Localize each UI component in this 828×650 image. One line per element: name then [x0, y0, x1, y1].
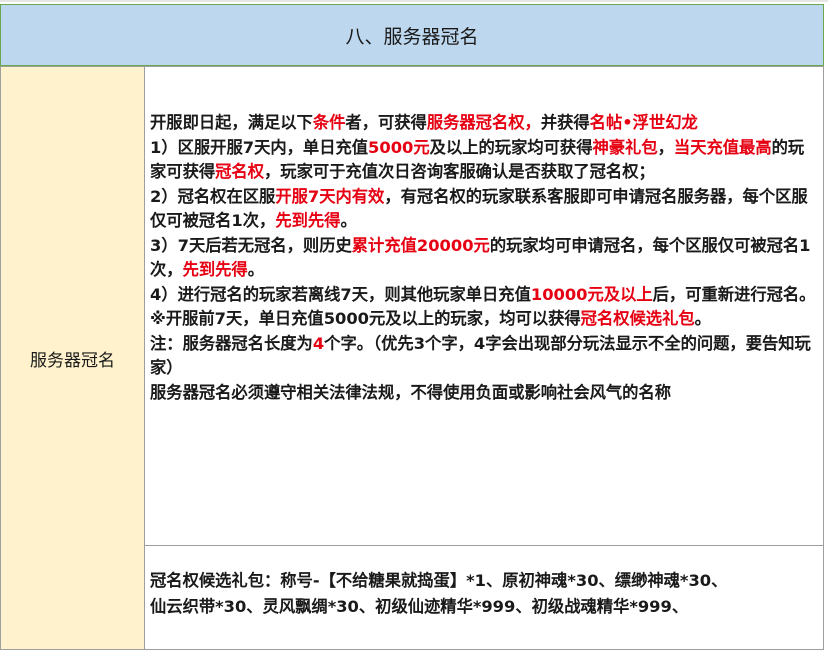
highlight-text: 先到先得	[182, 260, 248, 279]
rule-text: 并获得	[540, 113, 590, 132]
highlight-text: 5000元	[368, 137, 430, 157]
highlight-text: 冠名权	[215, 162, 264, 181]
rule-paragraph: 开服即日起，满足以下条件者，可获得服务器冠名权，并获得名帖•浮世幻龙	[150, 111, 820, 136]
section-title-cell[interactable]: 八、服务器冠名	[0, 4, 824, 66]
rule-text: 。	[694, 309, 711, 328]
rule-text: 1）区服开服7天内，单日充值	[150, 137, 369, 157]
rule-text: 4）进行冠名的玩家若离线7天，则其他玩家单日充值	[150, 284, 531, 304]
rule-text: 开服即日起，满足以下	[150, 113, 313, 132]
category-label-cell[interactable]: 服务器冠名	[0, 66, 145, 650]
highlight-text: 4	[312, 333, 325, 353]
rule-paragraph: 1）区服开服7天内，单日充值5000元及以上的玩家均可获得神豪礼包，当天充值最高…	[150, 136, 820, 185]
rule-paragraph: 服务器冠名必须遵守相关法律法规，不得使用负面或影响社会风气的名称	[150, 381, 820, 406]
rule-text: ，	[657, 137, 674, 157]
rule-text: 服务器冠名必须遵守相关法律法规，不得使用负面或影响社会风气的名称	[150, 382, 672, 402]
highlight-text: 服务器冠名权，	[426, 113, 541, 132]
section-title: 八、服务器冠名	[345, 25, 479, 48]
candidate-pack-line-1: 冠名权候选礼包：称号-【不给糖果就捣蛋】*1、原初神魂*30、缥缈神魂*30、	[150, 571, 728, 590]
rule-paragraph: 3）7天后若无冠名，则历史累计充值20000元的玩家均可申请冠名，每个区服仅可被…	[150, 234, 820, 283]
highlight-text: 先到先得	[275, 211, 341, 230]
highlight-text: 冠名权候选礼包	[580, 309, 695, 328]
rule-text: 及以上的玩家均可获得	[429, 137, 593, 157]
candidate-pack-text: 冠名权候选礼包：称号-【不给糖果就捣蛋】*1、原初神魂*30、缥缈神魂*30、 …	[150, 568, 820, 620]
highlight-text: 条件	[312, 113, 346, 132]
rules-text: 开服即日起，满足以下条件者，可获得服务器冠名权，并获得名帖•浮世幻龙 1）区服开服…	[150, 111, 820, 405]
highlight-text: 神豪礼包	[592, 137, 658, 157]
top-gridline	[0, 0, 828, 2]
highlight-text: 开服7天内有效	[275, 186, 385, 206]
rule-paragraph: 2）冠名权在区服开服7天内有效，有冠名权的玩家联系客服即可申请冠名服务器，每个区…	[150, 185, 820, 234]
rule-text: 3）7天后若无冠名，则历史	[150, 235, 352, 255]
rule-text: 。	[247, 260, 265, 279]
rule-paragraph: ※开服前7天，单日充值5000元及以上的玩家，均可以获得冠名权候选礼包。	[150, 307, 820, 332]
rule-text: 注：服务器冠名长度为	[150, 333, 313, 353]
highlight-text: 10000元及以上	[530, 284, 653, 304]
highlight-text: 累计充值20000元	[351, 235, 490, 255]
rules-cell[interactable]: 开服即日起，满足以下条件者，可获得服务器冠名权，并获得名帖•浮世幻龙 1）区服开服…	[145, 66, 824, 546]
rule-text: 2）冠名权在区服	[150, 186, 276, 206]
highlight-text: 当天充值最高	[673, 137, 772, 157]
highlight-text: 名帖•浮世幻龙	[589, 113, 698, 132]
rule-paragraph: 注：服务器冠名长度为4个字。（优先3个字，4字会出现部分玩法显示不全的问题，要告…	[150, 332, 820, 381]
rule-text: 。	[340, 211, 357, 230]
rule-text: 者，可获得	[345, 113, 427, 132]
rule-text: ，玩家可于充值次日咨询客服确认是否获取了冠名权；	[264, 162, 655, 181]
candidate-pack-line-2: 仙云织带*30、灵风飘绸*30、初级仙迹精华*999、初级战魂精华*999、	[150, 597, 689, 616]
candidate-pack-cell[interactable]: 冠名权候选礼包：称号-【不给糖果就捣蛋】*1、原初神魂*30、缥缈神魂*30、 …	[145, 546, 824, 650]
rule-text: ※开服前7天，单日充值5000元及以上的玩家，均可以获得	[150, 309, 581, 328]
rule-text: 后，可重新进行冠名。	[652, 284, 816, 304]
category-label: 服务器冠名	[30, 350, 115, 371]
rule-paragraph: 4）进行冠名的玩家若离线7天，则其他玩家单日充值10000元及以上后，可重新进行…	[150, 283, 820, 308]
spreadsheet-sheet: 八、服务器冠名 服务器冠名 开服即日起，满足以下条件者，可获得服务器冠名权，并获…	[0, 0, 828, 650]
